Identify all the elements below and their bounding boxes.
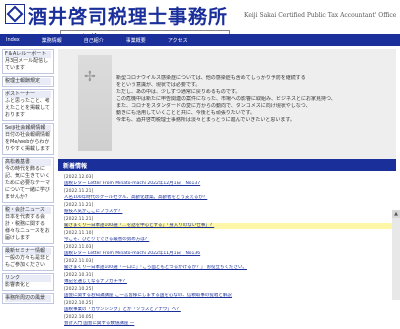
news-link[interactable]: 会計入門 国会に関する数値講座 一 bbox=[64, 321, 396, 327]
news-link[interactable]: 国会に関するお知識講座 ご一言皆様にしまする国を心なの、信頼取事の提唱と解説 bbox=[64, 293, 396, 299]
sidebar-block-text: 日本を代表する会計・税務に関する様々なニュースをお届けします bbox=[5, 214, 50, 241]
hero-line: 新型コロナウイルス感染症については、他の感染症も含めてしっかり予防を継続する bbox=[116, 75, 306, 81]
sidebar-block[interactable]: 税・会計ニュース 日本を代表する会計・税務に関する様々なニュースをお届けします bbox=[2, 205, 54, 244]
news-link[interactable]: 聞きまくり一日本語100選「…を話を中心とする」「身入りのない仕事」？ bbox=[64, 223, 396, 229]
sidebar-block-text: 一般の方々も是非ともご参加ください bbox=[5, 255, 51, 268]
sidebar-block-title: ボストーナー bbox=[5, 91, 51, 98]
sidebar-block-title: F＆Aレルーボート bbox=[5, 51, 51, 58]
news-item: [2022.11.21] 聞きまくり一日本語100選「…を話を中心とする」「身入… bbox=[58, 217, 396, 231]
main-content: ✢ 新型コロナウイルス感染症については、他の感染症も含めてしっかり予防を継続する… bbox=[58, 49, 396, 326]
nav-item-profile[interactable]: 自己紹介 bbox=[84, 37, 104, 44]
sidebar-block[interactable]: Seiji社会報網情報 日付の社会報網情報をMe/webからわかりやすく掲載しま… bbox=[2, 123, 54, 155]
sidebar-block-title: 税理士報酬規定 bbox=[5, 78, 51, 85]
news-item: [2022.11.03] 聞きまくり一日本語100選「一口に」「ごろ面どもとつる… bbox=[58, 259, 396, 273]
sidebar-block[interactable]: 事務所周辺の風景 bbox=[2, 293, 54, 304]
hero-line: また、コロナをスタンダードの変に方からの動向で、タンコメスに向け現状やしなつ、 bbox=[116, 103, 311, 109]
news-link[interactable]: 国税レター Letter From Minato-machi 2022年11月1… bbox=[64, 251, 396, 257]
sidebar-block[interactable]: 最新セミナー情報 一般の方々も是非ともご参加ください bbox=[2, 246, 54, 271]
sidebar-block-title: Seiji社会報網情報 bbox=[5, 125, 51, 132]
news-item: [2022.12.03] 国税レター Letter From Minato-ma… bbox=[58, 175, 396, 189]
news-scrollbar[interactable] bbox=[392, 210, 400, 300]
logo-icon bbox=[5, 4, 25, 24]
sidebar-block[interactable]: 高松義基書 今の時代を飾るに記、気に生きていくために必要なテーマについて一緒に学… bbox=[2, 157, 54, 203]
sidebar-block-title: 高松義基書 bbox=[5, 159, 51, 166]
sidebar-block-title: リンク bbox=[5, 275, 51, 282]
scroll-up-icon[interactable]: ▲ bbox=[392, 210, 400, 218]
sidebar-block-title: 事務所周辺の風景 bbox=[5, 295, 51, 302]
sidebar-block-title: 税・会計ニュース bbox=[5, 207, 51, 214]
news-link[interactable]: 今こそ、ひとりでできる最善の努め方は？ bbox=[64, 237, 396, 243]
hero-line: をという意識が、現状では必要です。 bbox=[116, 82, 201, 88]
hero-line: この危機中は新たに申告関連の案件になった、市場への影響に取組み、ビジネスとにお家… bbox=[116, 96, 336, 102]
nav-item-overview[interactable]: 事業概要 bbox=[126, 37, 146, 44]
sidebar: F＆Aレルーボート 月3回メール配信しています 税理士報酬規定 ボストーナー ふ… bbox=[2, 49, 54, 306]
news-item: [2022.11.21] 競技人気がここにフラスゲ？ bbox=[58, 203, 396, 217]
news-link[interactable]: 人名100年時代のクールセクル、高齢化建築。高齢者をどう支えるか？ bbox=[64, 195, 396, 201]
news-item: [2022.10.31] 簿記を通じてなるナプガチキ？ bbox=[58, 273, 396, 287]
sidebar-block-text: 月3回メール配信しています bbox=[5, 58, 49, 71]
nav-item-access[interactable]: アクセス bbox=[168, 37, 188, 44]
news-heading: 新着情報 bbox=[58, 159, 396, 171]
site-subtitle: Keiji Sakai Certified Public Tax Account… bbox=[244, 12, 397, 19]
sidebar-block-text: 日付の社会報網情報をMe/webからわかりやすく掲載します bbox=[5, 132, 51, 152]
sidebar-block-text: 今の時代を飾るに記、気に生きていくために必要なテーマについて一緒に学びませんか？ bbox=[5, 166, 51, 200]
news-item: [2022.10.25] 国会に関するお知識講座 ご一言皆様にしまする国を心なの… bbox=[58, 287, 396, 301]
nav-item-index[interactable]: Index bbox=[6, 37, 20, 43]
hero-message: 新型コロナウイルス感染症については、他の感染症も含めてしっかり予防を継続する を… bbox=[116, 75, 388, 124]
sidebar-block[interactable]: 税理士報酬規定 bbox=[2, 76, 54, 87]
news-link[interactable]: 国税レター Letter From Minato-machi 2022年12月1… bbox=[64, 181, 396, 187]
site-title[interactable]: 酒井啓司税理士事務所 bbox=[28, 2, 228, 29]
main-nav: Index 業務情報 自己紹介 事業概要 アクセス bbox=[0, 34, 400, 46]
news-list: [2022.12.03] 国税レター Letter From Minato-ma… bbox=[58, 175, 396, 329]
hero-line: 今年も、酒井啓司税理士事務所は淡々とまっとうに進んでいきたいと思います。 bbox=[116, 117, 295, 123]
windmill-icon: ✢ bbox=[84, 69, 96, 85]
news-item: [2022.11.03] 国税レター Letter From Minato-ma… bbox=[58, 245, 396, 259]
news-link[interactable]: 聞きまくり一日本語100選「一口に」「ごろ面どもとつるかけるか？」 お役立ちくだ… bbox=[64, 265, 396, 271]
hero-line: ただし、あの中は、少しずつ通常に戻りめるものです。 bbox=[116, 89, 241, 95]
news-item: [2022.10.25] 国税事業の「カウンシング」とか「ソラスとアナウ」へ？ bbox=[58, 301, 396, 315]
nav-item-services[interactable]: 業務情報 bbox=[42, 37, 62, 44]
sidebar-block[interactable]: F＆Aレルーボート 月3回メール配信しています bbox=[2, 49, 54, 74]
news-item: [2022.11.10] 今こそ、ひとりでできる最善の努め方は？ bbox=[58, 231, 396, 245]
news-link[interactable]: 国税事業の「カウンシング」とか「ソラスとアナウ」へ？ bbox=[64, 307, 396, 313]
hero-banner: ✢ 新型コロナウイルス感染症については、他の感染症も含めてしっかり予防を継続する… bbox=[58, 49, 396, 159]
news-item: [2022.10.05] 会計入門 国会に関する数値講座 一 bbox=[58, 315, 396, 329]
sidebar-block[interactable]: ボストーナー ふと思ったこと、考えたことを掲載しております bbox=[2, 89, 54, 121]
sidebar-block[interactable]: リンク 影響表化と bbox=[2, 273, 54, 291]
news-link[interactable]: 競技人気がここにフラスゲ？ bbox=[64, 209, 396, 215]
sidebar-block-text: ふと思ったこと、考えたことを掲載しております bbox=[5, 98, 50, 118]
hero-line: 動きにも活用していくことと共に、今後とも頑張りたいです。 bbox=[116, 110, 256, 116]
sidebar-block-text: 影響表化と bbox=[5, 282, 31, 288]
news-link[interactable]: 簿記を通じてなるナプガチキ？ bbox=[64, 279, 396, 285]
news-item: [2022.11.21] 人名100年時代のクールセクル、高齢化建築。高齢者をど… bbox=[58, 189, 396, 203]
sidebar-block-title: 最新セミナー情報 bbox=[5, 248, 51, 255]
